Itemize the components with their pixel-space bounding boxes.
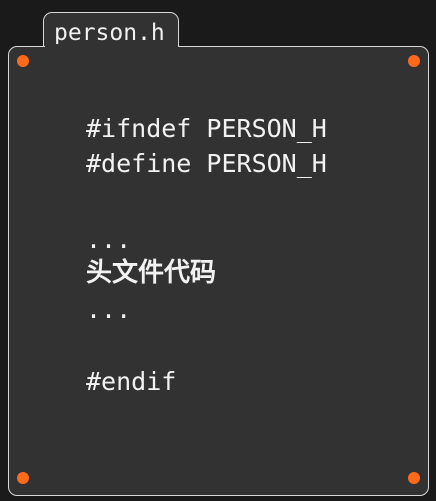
code-line-ellipsis-bottom: ... <box>86 295 132 324</box>
code-line-ifndef: #ifndef PERSON_H <box>86 114 327 143</box>
code-line-define: #define PERSON_H <box>86 149 327 178</box>
tab-panel-joint <box>44 44 178 50</box>
code-line-header-code: 头文件代码 <box>86 258 217 288</box>
corner-dot-top-left <box>17 55 29 67</box>
corner-dot-bottom-right <box>408 472 420 484</box>
corner-dot-top-right <box>408 55 420 67</box>
code-line-ellipsis-top: ... <box>86 225 132 254</box>
file-tab-label: person.h <box>54 20 165 46</box>
corner-dot-bottom-left <box>17 472 29 484</box>
code-line-endif: #endif <box>86 367 177 396</box>
